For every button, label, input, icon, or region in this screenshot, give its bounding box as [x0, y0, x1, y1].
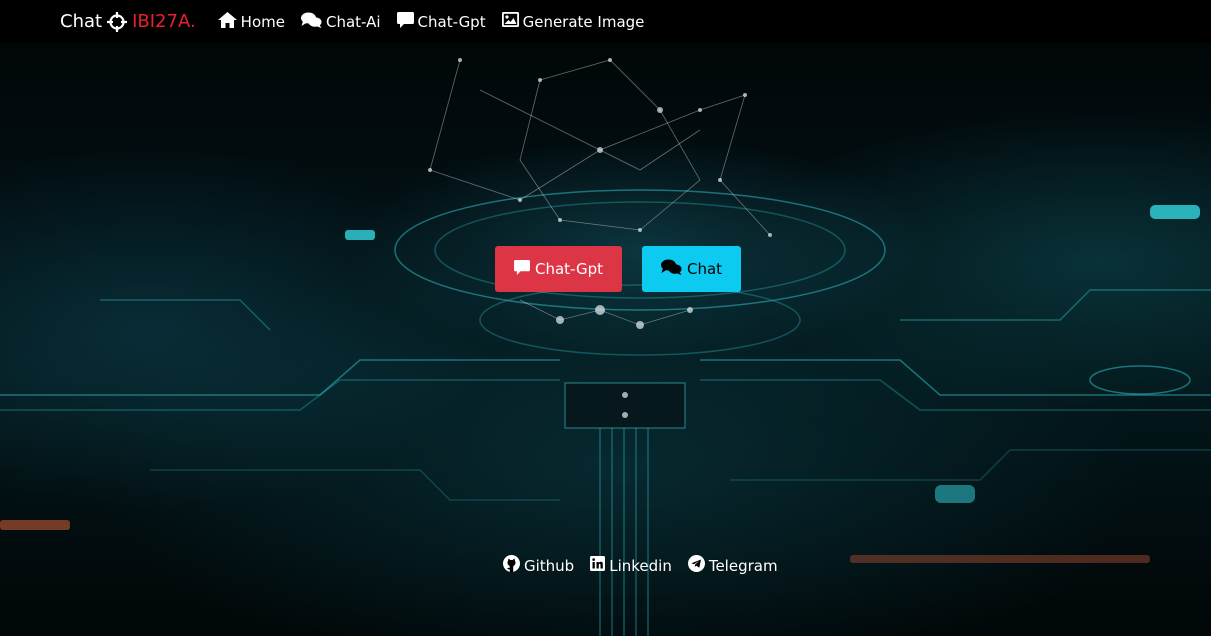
nav-item-chat-ai[interactable]: Chat-Ai — [300, 12, 381, 32]
image-icon — [501, 12, 523, 31]
chat-button[interactable]: Chat — [642, 246, 741, 292]
footer-link-label: Github — [524, 556, 575, 575]
circuit-background-image — [0, 58, 1211, 636]
chat-button-label: Chat — [686, 260, 723, 278]
nav-item-label: Chat-Gpt — [417, 12, 486, 31]
nav-item-label: Home — [240, 12, 285, 31]
github-icon — [503, 555, 524, 576]
comments-icon — [300, 12, 326, 32]
nav-item-label: Generate Image — [522, 12, 645, 31]
nav-item-generate-image[interactable]: Generate Image — [501, 12, 645, 31]
nav-item-chat-gpt[interactable]: Chat-Gpt — [396, 11, 486, 32]
nav-item-home[interactable]: Home — [217, 11, 285, 32]
footer-link-github[interactable]: Github — [503, 555, 574, 576]
telegram-icon — [687, 555, 709, 576]
brand-prefix: Chat — [60, 11, 103, 32]
brand-logo[interactable]: Chat IBI27A. — [60, 11, 196, 32]
comment-icon — [514, 259, 535, 279]
footer-link-label: Linkedin — [609, 556, 672, 575]
home-icon — [217, 11, 241, 32]
footer-link-label: Telegram — [708, 556, 778, 575]
chat-gpt-button[interactable]: Chat-Gpt — [495, 246, 622, 292]
chat-gpt-button-label: Chat-Gpt — [534, 260, 604, 278]
footer-links: Github Linkedin Telegram — [503, 555, 794, 576]
linkedin-icon — [590, 556, 609, 575]
page: Chat IBI27A. Home Chat-Ai Chat-Gpt Gener… — [0, 0, 1211, 636]
navbar: Chat IBI27A. Home Chat-Ai Chat-Gpt Gener… — [0, 0, 1211, 43]
crosshairs-icon — [107, 11, 128, 32]
comment-icon — [396, 11, 418, 32]
comments-icon — [660, 259, 687, 279]
footer-link-telegram[interactable]: Telegram — [687, 555, 778, 576]
footer-link-linkedin[interactable]: Linkedin — [590, 555, 672, 576]
nav-item-label: Chat-Ai — [325, 12, 381, 31]
brand-accent: IBI27A. — [132, 11, 196, 32]
